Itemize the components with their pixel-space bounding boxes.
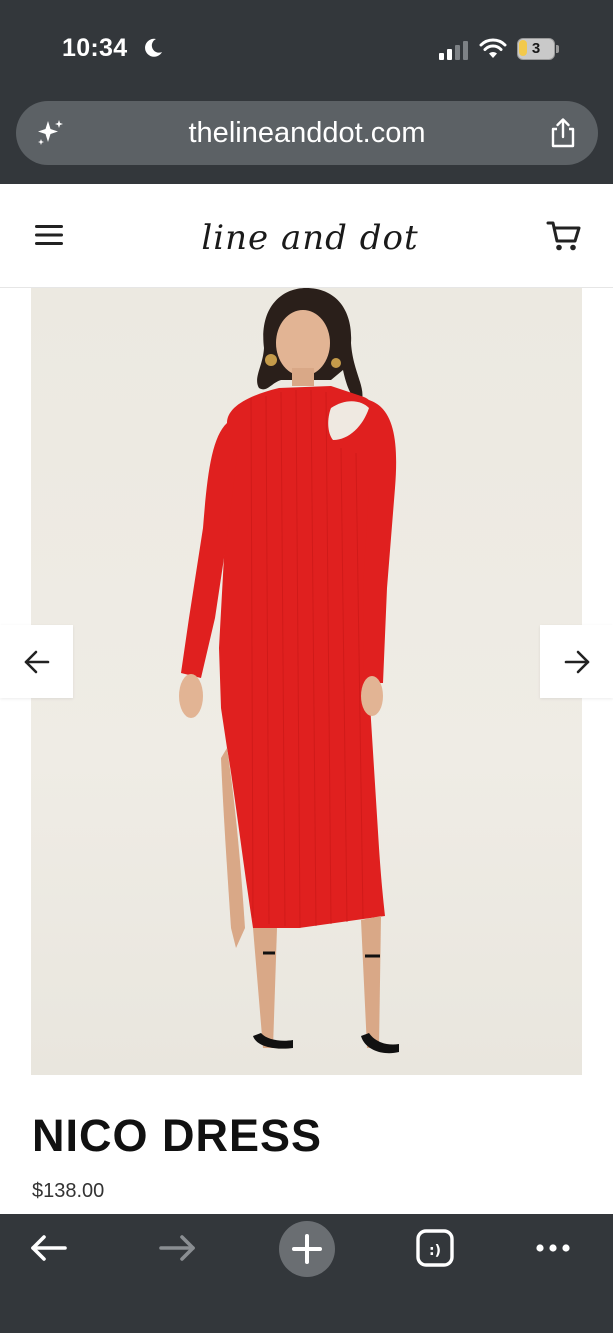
plus-icon: [292, 1234, 322, 1264]
tabs-icon: :): [416, 1229, 454, 1267]
model-in-dress-illustration: [179, 288, 399, 1054]
back-icon: [31, 1235, 67, 1261]
address-bar-url[interactable]: thelineanddot.com: [76, 101, 538, 165]
sparkle-icon[interactable]: [34, 117, 66, 149]
cellular-signal-icon: [439, 41, 468, 60]
back-button[interactable]: [20, 1228, 76, 1284]
hamburger-icon[interactable]: [33, 222, 65, 248]
arrow-left-icon: [24, 650, 50, 674]
tabs-button[interactable]: :): [407, 1228, 463, 1284]
arrow-right-icon: [564, 650, 590, 674]
forward-button[interactable]: [150, 1228, 206, 1284]
battery-icon: 3: [517, 38, 559, 60]
site-header: line and dot: [0, 184, 613, 288]
status-bar: 10:34 3: [0, 0, 613, 100]
forward-icon: [159, 1235, 195, 1261]
next-image-button[interactable]: [540, 625, 613, 698]
battery-level: 3: [531, 40, 541, 57]
moon-icon: [145, 38, 162, 57]
svg-text::): :): [429, 1243, 441, 1259]
product-title: NICO DRESS: [32, 1110, 323, 1161]
cart-icon[interactable]: [546, 219, 582, 253]
product-image[interactable]: [31, 288, 582, 1075]
more-options-button[interactable]: [526, 1228, 582, 1284]
logo-text: line and dot: [201, 218, 419, 258]
new-tab-button[interactable]: [279, 1221, 335, 1277]
site-logo[interactable]: line and dot: [190, 210, 430, 266]
share-icon[interactable]: [548, 117, 578, 149]
status-time: 10:34: [62, 34, 128, 62]
browser-bottom-toolbar: :): [0, 1214, 613, 1333]
browser-top-chrome: 10:34 3 thelineanddot.com: [0, 0, 613, 184]
wifi-icon: [479, 38, 507, 58]
previous-image-button[interactable]: [0, 625, 73, 698]
more-icon: [536, 1244, 570, 1252]
address-bar[interactable]: thelineanddot.com: [16, 101, 598, 165]
product-price: $138.00: [32, 1180, 105, 1202]
